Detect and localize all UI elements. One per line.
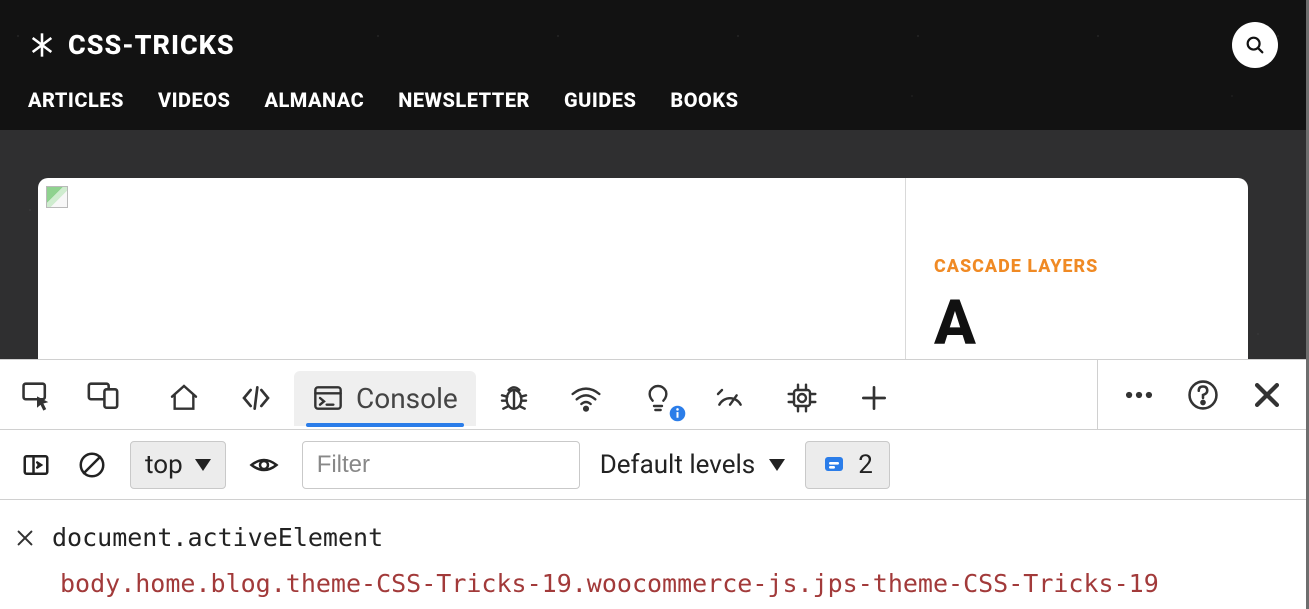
caret-down-icon	[769, 459, 785, 471]
search-button[interactable]	[1232, 22, 1278, 68]
console-expression: document.activeElement	[52, 518, 383, 558]
dismiss-entry-button[interactable]	[12, 525, 38, 551]
log-levels-select[interactable]: Default levels	[600, 450, 786, 480]
tab-network[interactable]	[552, 371, 620, 426]
eye-icon	[249, 450, 279, 480]
toggle-sidebar-button[interactable]	[18, 447, 54, 483]
nav-guides[interactable]: GUIDES	[564, 88, 636, 112]
issue-icon	[822, 453, 846, 477]
more-options-button[interactable]	[1120, 376, 1158, 414]
sidebar-icon	[21, 450, 51, 480]
help-icon	[1186, 378, 1220, 412]
tab-performance[interactable]	[696, 371, 764, 426]
devtools-tabbar: Console	[0, 360, 1306, 430]
tab-console-label: Console	[356, 382, 458, 415]
site-brand[interactable]: CSS-TRICKS	[28, 29, 235, 61]
page-viewport: CSS-TRICKS ARTICLES VIDEOS ALMANAC NEWSL…	[0, 0, 1306, 359]
hero-band: CASCADE LAYERS A Complete	[0, 130, 1306, 359]
home-icon	[168, 382, 200, 414]
x-icon	[14, 527, 36, 549]
featured-card[interactable]: CASCADE LAYERS A Complete	[38, 178, 1248, 359]
bug-icon	[498, 382, 530, 414]
console-toolbar: top Default levels 2	[0, 430, 1306, 500]
asterisk-icon	[28, 31, 56, 59]
devtools: Console	[0, 359, 1306, 609]
plus-icon	[858, 382, 890, 414]
caret-down-icon	[195, 459, 211, 471]
broken-image-icon	[46, 186, 68, 208]
nav-newsletter[interactable]: NEWSLETTER	[398, 88, 530, 112]
close-icon	[1250, 378, 1284, 412]
log-levels-label: Default levels	[600, 450, 756, 480]
tab-lighthouse[interactable]	[624, 371, 692, 426]
brand-name: CSS-TRICKS	[68, 29, 235, 61]
wifi-icon	[570, 382, 602, 414]
help-button[interactable]	[1184, 376, 1222, 414]
site-header: CSS-TRICKS ARTICLES VIDEOS ALMANAC NEWSL…	[0, 0, 1306, 130]
add-tab-button[interactable]	[840, 371, 908, 426]
clear-console-button[interactable]	[74, 447, 110, 483]
tab-memory[interactable]	[768, 371, 836, 426]
issues-count: 2	[858, 450, 873, 480]
tab-sources[interactable]	[222, 371, 290, 426]
inspect-element-button[interactable]	[18, 376, 56, 414]
featured-image	[38, 178, 906, 359]
console-result: body.home.blog.theme-CSS-Tricks-19.wooco…	[12, 564, 1288, 604]
ellipsis-icon	[1122, 378, 1156, 412]
nav-almanac[interactable]: ALMANAC	[264, 88, 364, 112]
search-icon	[1244, 34, 1266, 56]
console-output[interactable]: document.activeElement body.home.blog.th…	[0, 500, 1306, 609]
ban-icon	[77, 450, 107, 480]
live-expression-button[interactable]	[246, 447, 282, 483]
gauge-icon	[714, 382, 746, 414]
context-select-value: top	[145, 450, 183, 480]
nav-books[interactable]: BOOKS	[670, 88, 738, 112]
tab-debugger[interactable]	[480, 371, 548, 426]
code-icon	[240, 382, 272, 414]
article-kicker: CASCADE LAYERS	[934, 256, 1220, 277]
nav-articles[interactable]: ARTICLES	[28, 88, 124, 112]
device-toolbar-button[interactable]	[84, 376, 122, 414]
tab-console[interactable]: Console	[294, 371, 476, 426]
nav-videos[interactable]: VIDEOS	[158, 88, 231, 112]
tab-elements[interactable]	[150, 371, 218, 426]
chip-icon	[786, 382, 818, 414]
info-badge-icon	[669, 405, 686, 422]
close-devtools-button[interactable]	[1248, 376, 1286, 414]
context-select[interactable]: top	[130, 441, 226, 489]
issues-button[interactable]: 2	[805, 441, 890, 489]
article-headline: A Complete	[934, 291, 1220, 359]
console-icon	[312, 382, 344, 414]
primary-nav: ARTICLES VIDEOS ALMANAC NEWSLETTER GUIDE…	[0, 68, 1306, 112]
filter-input[interactable]	[302, 441, 580, 489]
